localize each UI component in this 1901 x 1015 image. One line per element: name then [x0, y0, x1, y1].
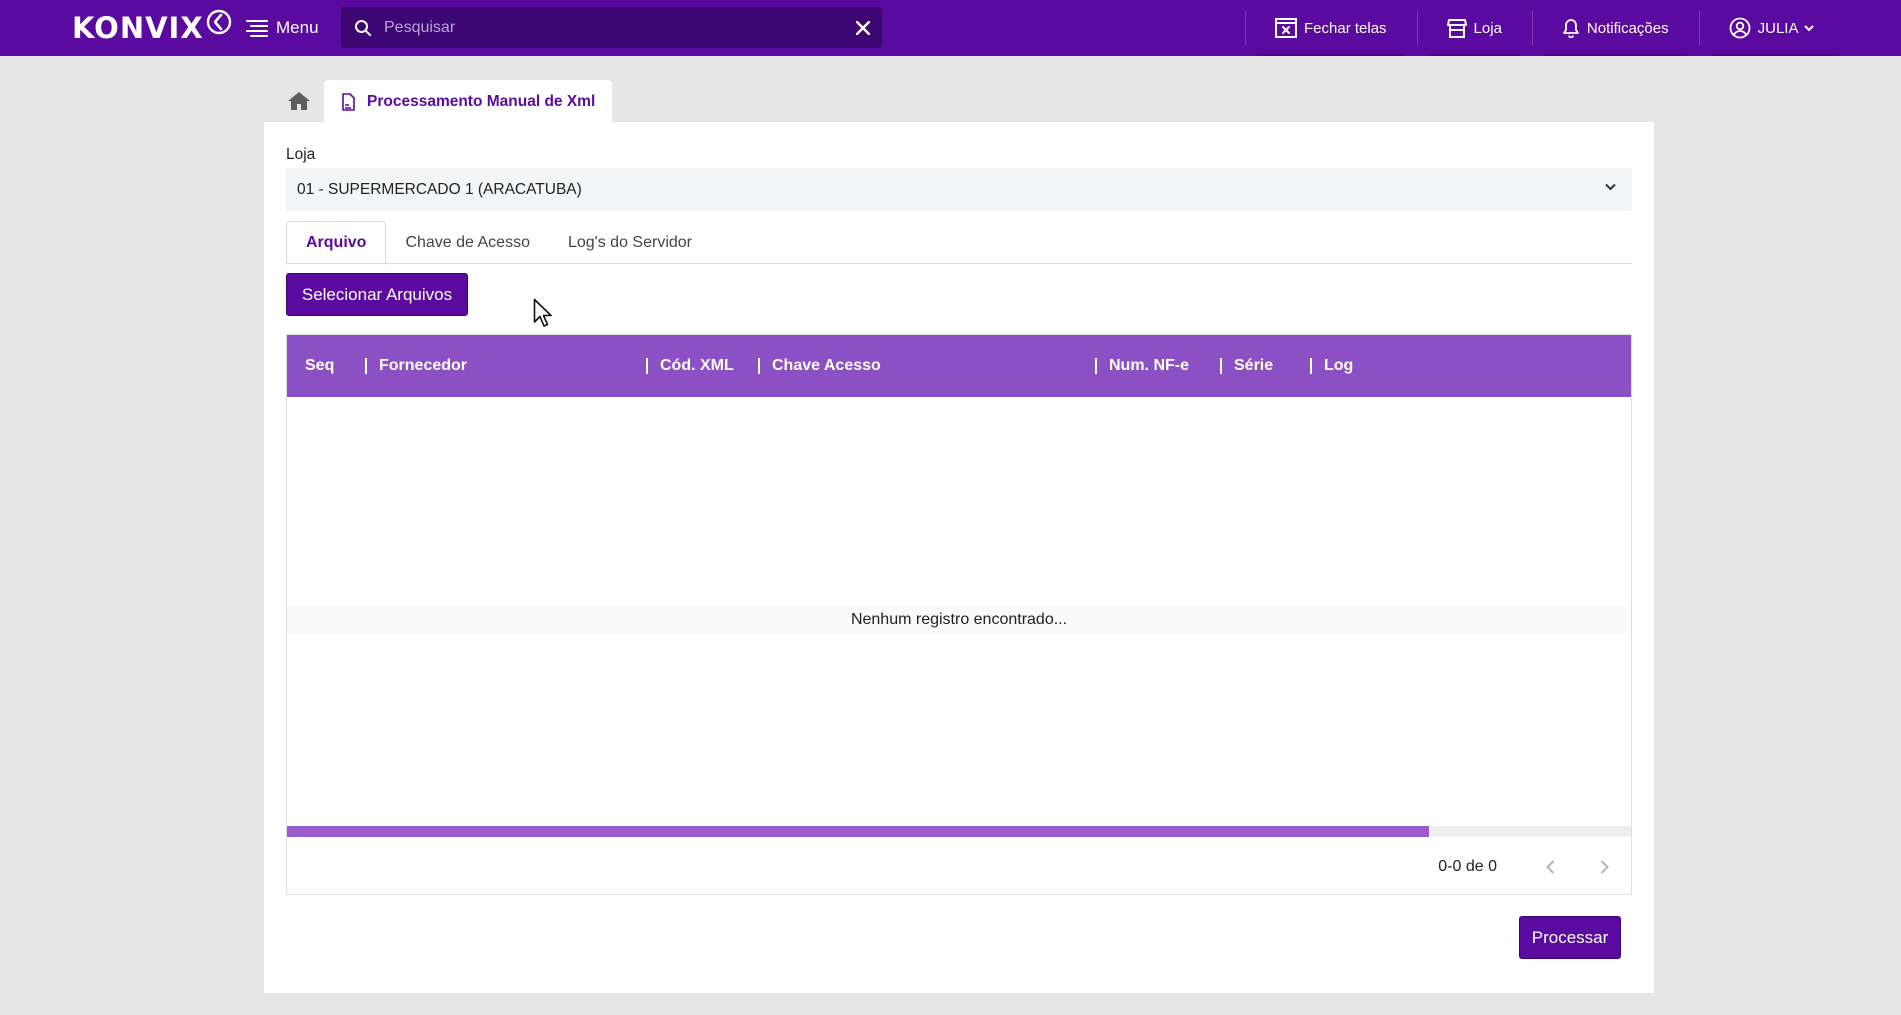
search-box: [341, 7, 882, 48]
notifications-button[interactable]: Notificações: [1531, 0, 1699, 56]
process-button[interactable]: Processar: [1519, 916, 1621, 959]
files-grid: Seq Fornecedor Cód. XML Chave Acesso Num…: [286, 334, 1632, 895]
konvix-logo[interactable]: KONVIX: [72, 9, 232, 46]
user-avatar-icon: [1729, 17, 1751, 39]
top-actions: Fechar telas Loja Notificações JULIA: [1245, 0, 1851, 56]
content-tabs: Arquivo Chave de Acesso Log's do Servido…: [286, 221, 1632, 265]
close-window-icon: [1275, 18, 1297, 38]
home-tab[interactable]: [274, 80, 324, 122]
logo-mark-icon: [206, 9, 231, 35]
clear-search-icon[interactable]: [844, 7, 882, 48]
select-files-button[interactable]: Selecionar Arquivos: [286, 273, 468, 316]
bell-icon: [1563, 19, 1579, 38]
column-header-serie[interactable]: Série: [1220, 335, 1273, 397]
hamburger-icon: [246, 20, 268, 37]
previous-page-icon[interactable]: [1523, 855, 1577, 879]
column-header-log[interactable]: Log: [1310, 335, 1353, 397]
column-header-num-nfe[interactable]: Num. NF-e: [1095, 335, 1189, 397]
menu-label: Menu: [276, 18, 319, 37]
search-input[interactable]: [372, 7, 844, 48]
tab-processamento-manual-xml[interactable]: Processamento Manual de Xml: [324, 80, 612, 123]
column-header-chave-acesso[interactable]: Chave Acesso: [758, 335, 881, 397]
close-screens-button[interactable]: Fechar telas: [1245, 0, 1417, 56]
tab-arquivo[interactable]: Arquivo: [286, 221, 387, 265]
page-tab-label: Processamento Manual de Xml: [367, 92, 596, 110]
column-header-cod-xml[interactable]: Cód. XML: [646, 335, 734, 397]
store-select[interactable]: 01 - SUPERMERCADO 1 (ARACATUBA): [286, 168, 1632, 211]
document-icon: [342, 92, 355, 111]
store-button[interactable]: Loja: [1416, 0, 1532, 56]
store-field-label: Loja: [286, 146, 316, 163]
horizontal-scrollbar[interactable]: [287, 826, 1631, 837]
mouse-cursor-icon: [533, 298, 552, 327]
store-select-value: 01 - SUPERMERCADO 1 (ARACATUBA): [297, 180, 582, 198]
grid-header: Seq Fornecedor Cód. XML Chave Acesso Num…: [287, 335, 1631, 397]
tab-chave-de-acesso[interactable]: Chave de Acesso: [386, 221, 549, 264]
home-icon: [288, 92, 310, 110]
user-menu[interactable]: JULIA: [1698, 0, 1852, 56]
chevron-down-icon: [1804, 24, 1815, 31]
next-page-icon[interactable]: [1577, 855, 1631, 879]
scrollbar-thumb[interactable]: [287, 826, 1430, 837]
column-header-fornecedor[interactable]: Fornecedor: [365, 335, 467, 397]
tab-logs-do-servidor[interactable]: Log's do Servidor: [549, 221, 711, 264]
menu-button[interactable]: Menu: [246, 14, 319, 42]
store-icon: [1446, 18, 1467, 38]
top-bar: KONVIX Menu Fechar telas: [0, 0, 1901, 56]
user-name: JULIA: [1757, 19, 1799, 37]
pagination-range: 0-0 de 0: [1438, 858, 1497, 875]
pagination: 0-0 de 0: [1438, 855, 1631, 879]
search-icon: [354, 19, 372, 37]
chevron-down-icon: [1605, 183, 1616, 191]
column-header-seq[interactable]: Seq: [305, 335, 334, 397]
empty-message: Nenhum registro encontrado...: [287, 607, 1631, 633]
